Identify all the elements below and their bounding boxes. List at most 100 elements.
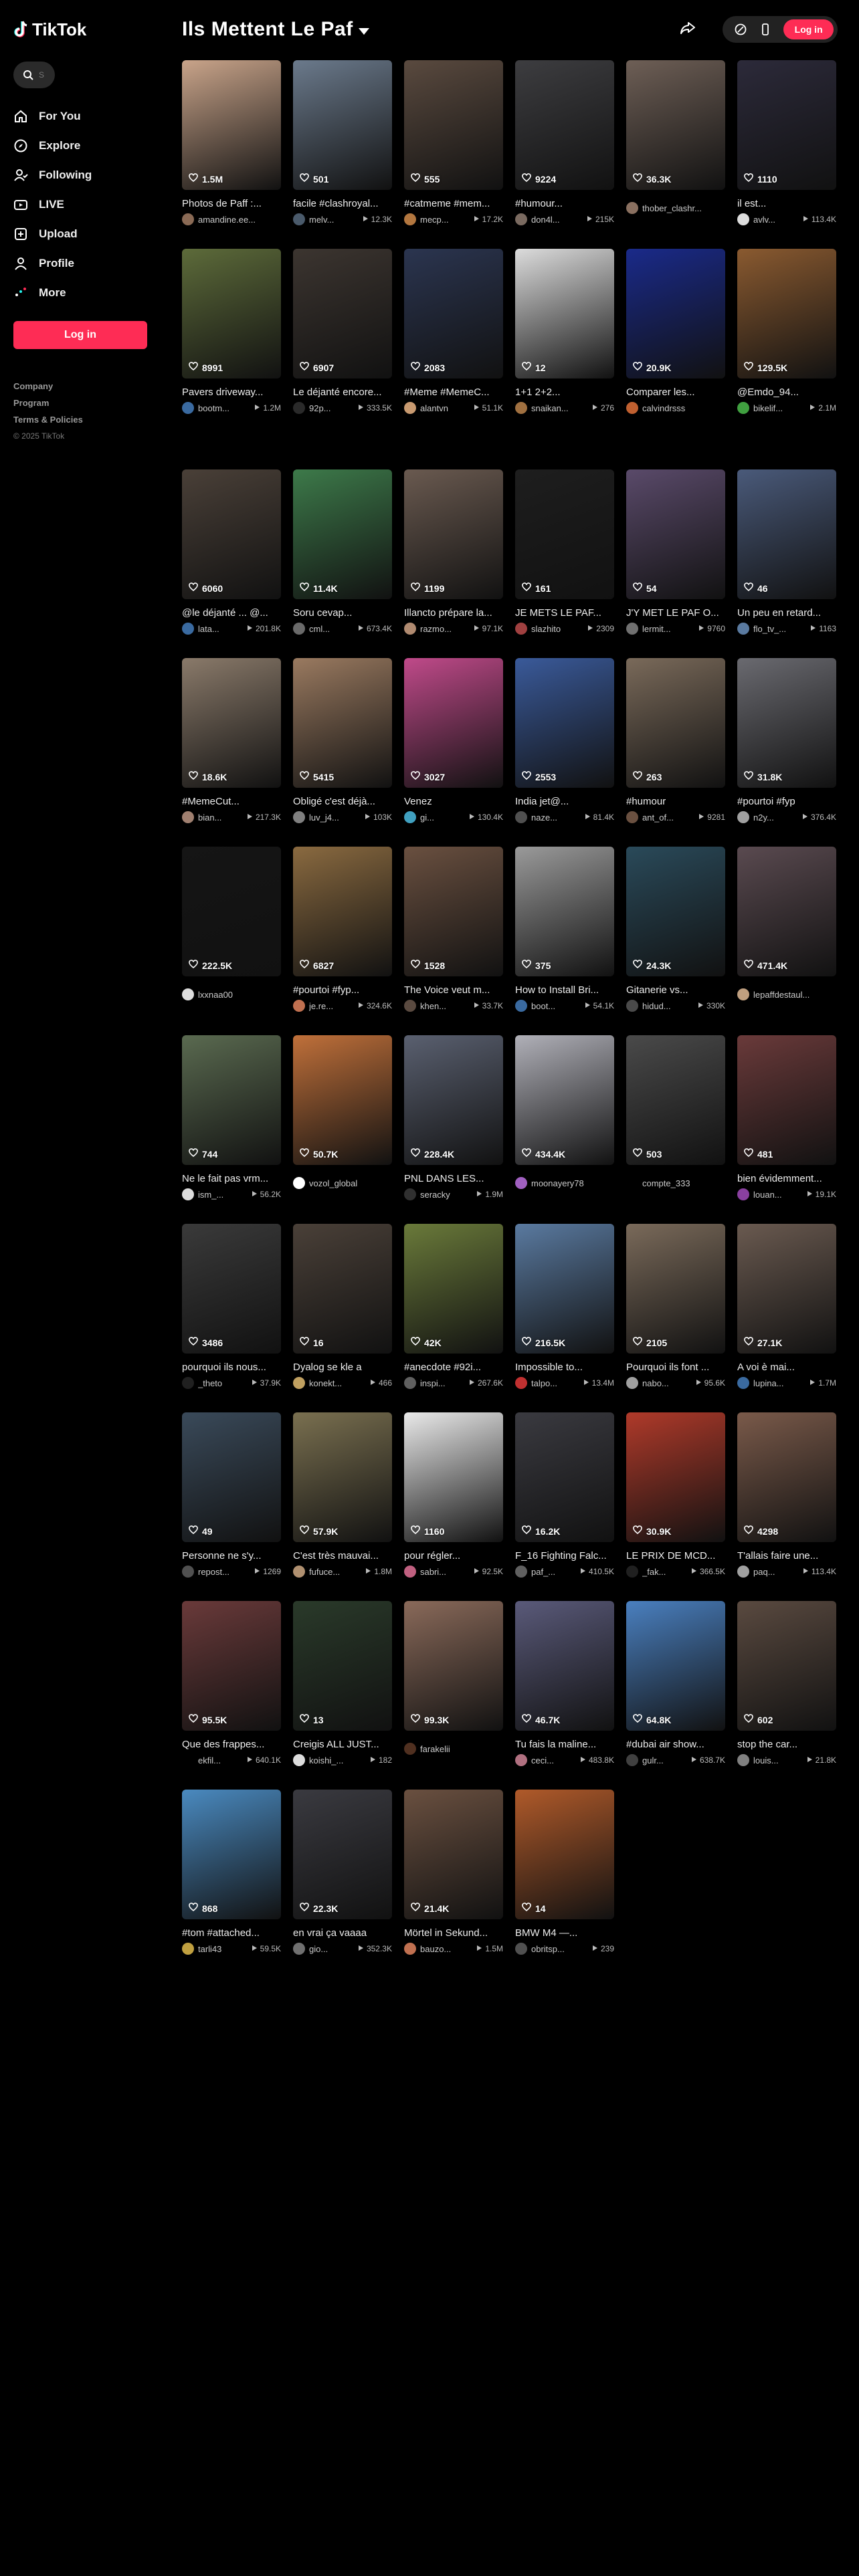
video-card[interactable]: 46.7K Tu fais la maline... ceci... 483.8K bbox=[515, 1601, 614, 1790]
video-card[interactable]: 375 How to Install Bri... boot... 54.1K bbox=[515, 847, 614, 1035]
author-name[interactable]: je.re... bbox=[309, 1001, 353, 1011]
author-name[interactable]: calvindrsss bbox=[642, 403, 725, 413]
author-name[interactable]: boot... bbox=[531, 1001, 580, 1011]
author-name[interactable]: repost... bbox=[198, 1567, 250, 1577]
avatar[interactable] bbox=[626, 1000, 638, 1012]
video-thumbnail[interactable]: 57.9K bbox=[293, 1412, 392, 1542]
author-name[interactable]: cml... bbox=[309, 624, 353, 634]
video-card[interactable]: 602 stop the car... louis... 21.8K bbox=[737, 1601, 836, 1790]
video-caption[interactable]: JE METS LE PAF... bbox=[515, 607, 614, 619]
avatar[interactable] bbox=[182, 811, 194, 823]
video-thumbnail[interactable]: 2553 bbox=[515, 658, 614, 788]
video-caption[interactable]: Mörtel in Sekund... bbox=[404, 1927, 503, 1939]
video-thumbnail[interactable]: 228.4K bbox=[404, 1035, 503, 1165]
avatar[interactable] bbox=[182, 1943, 194, 1955]
author-name[interactable]: thober_clashr... bbox=[642, 203, 725, 213]
avatar[interactable] bbox=[404, 1188, 416, 1200]
video-card[interactable]: 95.5K Que des frappes... ekfil... 640.1K bbox=[182, 1601, 281, 1790]
avatar[interactable] bbox=[293, 402, 305, 414]
video-card[interactable]: 6907 Le déjanté encore... 92p... 333.5K bbox=[293, 249, 392, 437]
video-card[interactable]: 216.5K Impossible to... talpo... 13.4M bbox=[515, 1224, 614, 1412]
video-caption[interactable]: PNL DANS LES... bbox=[404, 1173, 503, 1184]
author-name[interactable]: lxxnaa00 bbox=[198, 990, 281, 1000]
video-card[interactable]: 6060 @le déjanté ... @... lata... 201.8K bbox=[182, 469, 281, 658]
video-thumbnail[interactable]: 18.6K bbox=[182, 658, 281, 788]
avatar[interactable] bbox=[404, 1743, 416, 1755]
video-card[interactable]: 868 #tom #attached... tarli43 59.5K bbox=[182, 1790, 281, 1978]
video-thumbnail[interactable]: 1.5M bbox=[182, 60, 281, 190]
video-card[interactable]: 31.8K #pourtoi #fyp n2y... 376.4K bbox=[737, 658, 836, 847]
video-card[interactable]: 503 compte_333 bbox=[626, 1035, 725, 1224]
video-card[interactable]: 1.5M Photos de Paff :... amandine.ee... bbox=[182, 60, 281, 249]
video-caption[interactable]: Tu fais la maline... bbox=[515, 1739, 614, 1750]
author-name[interactable]: nabo... bbox=[642, 1378, 691, 1388]
avatar[interactable] bbox=[182, 623, 194, 635]
share-icon[interactable] bbox=[678, 19, 697, 41]
video-caption[interactable]: Illancto prépare la... bbox=[404, 607, 503, 619]
author-name[interactable]: don4l... bbox=[531, 215, 582, 225]
avatar[interactable] bbox=[737, 1188, 749, 1200]
video-card[interactable]: 2105 Pourquoi ils font ... nabo... 95.6K bbox=[626, 1224, 725, 1412]
avatar[interactable] bbox=[737, 811, 749, 823]
video-thumbnail[interactable]: 471.4K bbox=[737, 847, 836, 976]
author-name[interactable]: gulr... bbox=[642, 1755, 686, 1765]
avatar[interactable] bbox=[293, 1754, 305, 1766]
author-name[interactable]: mecp... bbox=[420, 215, 469, 225]
video-thumbnail[interactable]: 6907 bbox=[293, 249, 392, 379]
video-thumbnail[interactable]: 2105 bbox=[626, 1224, 725, 1354]
video-card[interactable]: 20.9K Comparer les... calvindrsss bbox=[626, 249, 725, 437]
video-thumbnail[interactable]: 503 bbox=[626, 1035, 725, 1165]
avatar[interactable] bbox=[182, 213, 194, 225]
author-name[interactable]: fufuce... bbox=[309, 1567, 361, 1577]
video-thumbnail[interactable]: 50.7K bbox=[293, 1035, 392, 1165]
video-caption[interactable]: Obligé c'est déjà... bbox=[293, 796, 392, 807]
avatar[interactable] bbox=[404, 1943, 416, 1955]
video-card[interactable]: 99.3K farakelii bbox=[404, 1601, 503, 1790]
video-thumbnail[interactable]: 12 bbox=[515, 249, 614, 379]
video-caption[interactable]: #MemeCut... bbox=[182, 796, 281, 807]
video-card[interactable]: 129.5K @Emdo_94... bikelif... 2.1M bbox=[737, 249, 836, 437]
avatar[interactable] bbox=[626, 1754, 638, 1766]
video-card[interactable]: 64.8K #dubai air show... gulr... 638.7K bbox=[626, 1601, 725, 1790]
video-caption[interactable]: Pavers driveway... bbox=[182, 387, 281, 398]
avatar[interactable] bbox=[626, 1177, 638, 1189]
avatar[interactable] bbox=[404, 1566, 416, 1578]
author-name[interactable]: n2y... bbox=[753, 813, 797, 823]
author-name[interactable]: louis... bbox=[753, 1755, 802, 1765]
author-name[interactable]: lermit... bbox=[642, 624, 694, 634]
author-name[interactable]: gi... bbox=[420, 813, 464, 823]
video-thumbnail[interactable]: 20.9K bbox=[626, 249, 725, 379]
video-caption[interactable]: Personne ne s'y... bbox=[182, 1550, 281, 1562]
video-thumbnail[interactable]: 16.2K bbox=[515, 1412, 614, 1542]
video-caption[interactable]: Pourquoi ils font ... bbox=[626, 1362, 725, 1373]
avatar[interactable] bbox=[515, 811, 527, 823]
avatar[interactable] bbox=[515, 1000, 527, 1012]
avatar[interactable] bbox=[182, 988, 194, 1000]
video-card[interactable]: 54 J'Y MET LE PAF O... lermit... 9760 bbox=[626, 469, 725, 658]
video-thumbnail[interactable]: 161 bbox=[515, 469, 614, 599]
avatar[interactable] bbox=[293, 213, 305, 225]
avatar[interactable] bbox=[293, 623, 305, 635]
footer-link-program[interactable]: Program bbox=[13, 398, 147, 408]
video-thumbnail[interactable]: 216.5K bbox=[515, 1224, 614, 1354]
video-caption[interactable]: India jet@... bbox=[515, 796, 614, 807]
avatar[interactable] bbox=[515, 1754, 527, 1766]
avatar[interactable] bbox=[626, 202, 638, 214]
video-thumbnail[interactable]: 22.3K bbox=[293, 1790, 392, 1919]
author-name[interactable]: snaikan... bbox=[531, 403, 587, 413]
video-thumbnail[interactable]: 555 bbox=[404, 60, 503, 190]
video-caption[interactable]: @le déjanté ... @... bbox=[182, 607, 281, 619]
video-caption[interactable]: How to Install Bri... bbox=[515, 984, 614, 996]
video-caption[interactable]: #Meme #MemeC... bbox=[404, 387, 503, 398]
avatar[interactable] bbox=[404, 1377, 416, 1389]
video-caption[interactable]: il est... bbox=[737, 198, 836, 209]
author-name[interactable]: inspi... bbox=[420, 1378, 464, 1388]
video-card[interactable]: 16 Dyalog se kle a konekt... 466 bbox=[293, 1224, 392, 1412]
video-thumbnail[interactable]: 99.3K bbox=[404, 1601, 503, 1731]
video-caption[interactable]: Le déjanté encore... bbox=[293, 387, 392, 398]
video-card[interactable]: 1528 The Voice veut m... khen... 33.7K bbox=[404, 847, 503, 1035]
avatar[interactable] bbox=[737, 402, 749, 414]
video-card[interactable]: 1110 il est... avlv... 113.4K bbox=[737, 60, 836, 249]
nav-item-live[interactable]: LIVE bbox=[13, 190, 147, 219]
video-thumbnail[interactable]: 46.7K bbox=[515, 1601, 614, 1731]
